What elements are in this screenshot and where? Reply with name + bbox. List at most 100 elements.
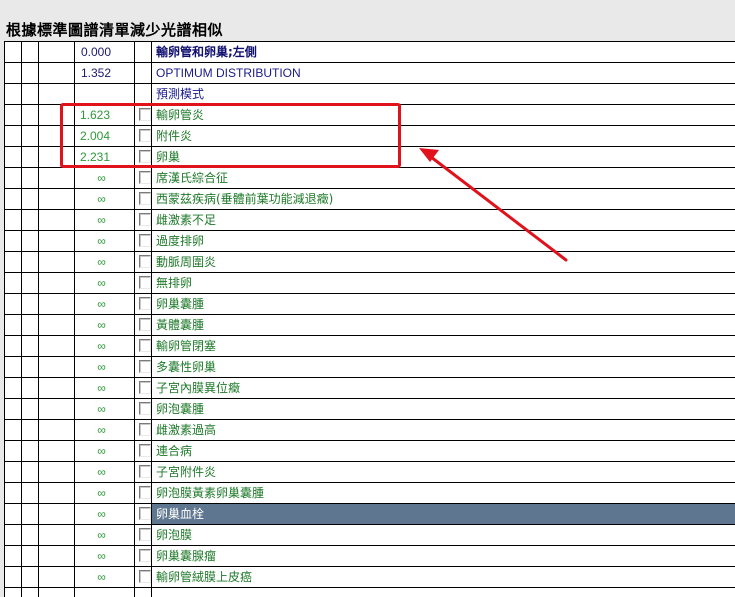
row-label: 輸卵管閉塞: [156, 339, 217, 353]
row-cell-2: [22, 126, 39, 146]
table-row[interactable]: ∞ 席漢氏綜合征: [5, 168, 735, 189]
table-row[interactable]: ∞ 黃體囊腫: [5, 315, 735, 336]
score-cell: ∞: [75, 546, 135, 566]
row-label: 多囊性卵巢: [156, 360, 217, 374]
row-label: 預測模式: [156, 87, 205, 101]
row-cell-3: [39, 315, 75, 335]
table-row[interactable]: 預測模式: [5, 84, 735, 105]
row-checkbox[interactable]: [139, 381, 151, 394]
row-checkbox[interactable]: [139, 423, 151, 436]
row-checkbox[interactable]: [139, 486, 151, 499]
row-cell-1: [5, 252, 22, 272]
row-checkbox[interactable]: [139, 297, 151, 310]
table-row[interactable]: ∞ 雌激素過高: [5, 420, 735, 441]
table-row[interactable]: 1.352 OPTIMUM DISTRIBUTION: [5, 63, 735, 84]
table-row[interactable]: ∞ 無排卵: [5, 273, 735, 294]
row-checkbox[interactable]: [139, 570, 151, 583]
row-label: 子宮內膜異位癥: [156, 381, 241, 395]
row-checkbox[interactable]: [139, 465, 151, 478]
table-row[interactable]: ∞ 子宮附件炎: [5, 462, 735, 483]
score-cell: ∞: [75, 483, 135, 503]
row-cell-1: [5, 336, 22, 356]
row-cell-2: [22, 420, 39, 440]
table-row[interactable]: 0.000 輸卵管和卵巢;左側: [5, 42, 735, 63]
row-cell-3: [39, 336, 75, 356]
row-checkbox[interactable]: [139, 402, 151, 415]
row-checkbox[interactable]: [139, 339, 151, 352]
checkbox-cell: [135, 231, 152, 251]
row-cell-1: [5, 546, 22, 566]
row-cell-2: [22, 315, 39, 335]
red-highlight-box: [60, 103, 401, 168]
checkbox-cell: [135, 546, 152, 566]
row-cell-2: [22, 525, 39, 545]
checkbox-cell: [135, 357, 152, 377]
row-cell-3: [39, 462, 75, 482]
table-row[interactable]: ∞ 連合病: [5, 441, 735, 462]
row-cell-1: [5, 189, 22, 209]
row-label: 輸卵管和卵巢;左側: [156, 45, 257, 59]
row-cell-2: [22, 357, 39, 377]
table-row[interactable]: ∞ 雌激素不足: [5, 210, 735, 231]
row-checkbox[interactable]: [139, 234, 151, 247]
row-checkbox[interactable]: [139, 528, 151, 541]
row-checkbox[interactable]: [139, 507, 151, 520]
table-row[interactable]: ∞ 過度排卵: [5, 231, 735, 252]
row-cell-2: [22, 168, 39, 188]
score-cell: ∞: [75, 336, 135, 356]
row-cell-2: [22, 273, 39, 293]
table-row[interactable]: ∞ 多囊性卵巢: [5, 357, 735, 378]
row-checkbox[interactable]: [139, 360, 151, 373]
row-checkbox[interactable]: [139, 255, 151, 268]
row-label: 輸卵管絨膜上皮癌: [156, 570, 253, 584]
score-cell: ∞: [75, 189, 135, 209]
row-cell-2: [22, 399, 39, 419]
row-cell-1: [5, 294, 22, 314]
row-checkbox[interactable]: [139, 276, 151, 289]
row-cell-3: [39, 63, 75, 83]
row-label: 雌激素過高: [156, 423, 217, 437]
row-cell-3: [39, 252, 75, 272]
row-cell-2: [22, 567, 39, 587]
row-cell-1: [5, 126, 22, 146]
table-row[interactable]: ∞ 卵巢囊腺瘤: [5, 546, 735, 567]
table-row[interactable]: ∞ 卵巢囊腫: [5, 294, 735, 315]
row-checkbox[interactable]: [139, 549, 151, 562]
row-checkbox[interactable]: [139, 171, 151, 184]
table-row[interactable]: ∞ 卵泡膜黃素卵巢囊腫: [5, 483, 735, 504]
row-cell-1: [5, 168, 22, 188]
table-row-selected[interactable]: ∞ 卵巢血栓: [5, 504, 735, 525]
checkbox-cell: [135, 84, 152, 104]
score-cell: 0.000: [75, 42, 135, 62]
row-cell-1: [5, 504, 22, 524]
score-cell: ∞: [75, 357, 135, 377]
row-cell-3: [39, 504, 75, 524]
row-label: OPTIMUM DISTRIBUTION: [156, 66, 301, 80]
row-checkbox[interactable]: [139, 192, 151, 205]
row-label: 卵巢囊腺瘤: [156, 549, 217, 563]
row-cell-3: [39, 189, 75, 209]
table-row[interactable]: ∞ 卵泡囊腫: [5, 399, 735, 420]
checkbox-cell: [135, 294, 152, 314]
checkbox-cell: [135, 567, 152, 587]
row-checkbox[interactable]: [139, 318, 151, 331]
checkbox-cell: [135, 504, 152, 524]
row-cell-3: [39, 567, 75, 587]
table-row[interactable]: ∞ 動脈周圍炎: [5, 252, 735, 273]
row-cell-2: [22, 252, 39, 272]
score-cell: ∞: [75, 231, 135, 251]
row-cell-3: [39, 420, 75, 440]
score-cell: ∞: [75, 420, 135, 440]
table-row[interactable]: ∞ 輸卵管閉塞: [5, 336, 735, 357]
table-row[interactable]: ∞ 西蒙茲疾病(垂體前葉功能減退癥): [5, 189, 735, 210]
score-cell: ∞: [75, 252, 135, 272]
table-row[interactable]: ∞ 輸卵管絨膜上皮癌: [5, 567, 735, 588]
row-cell-3: [39, 168, 75, 188]
row-checkbox[interactable]: [139, 444, 151, 457]
table-row[interactable]: ∞ 卵泡膜: [5, 525, 735, 546]
score-cell: ∞: [75, 168, 135, 188]
table-row[interactable]: ∞ 子宮內膜異位癥: [5, 378, 735, 399]
row-label: 雌激素不足: [156, 213, 217, 227]
row-cell-2: [22, 441, 39, 461]
row-checkbox[interactable]: [139, 213, 151, 226]
